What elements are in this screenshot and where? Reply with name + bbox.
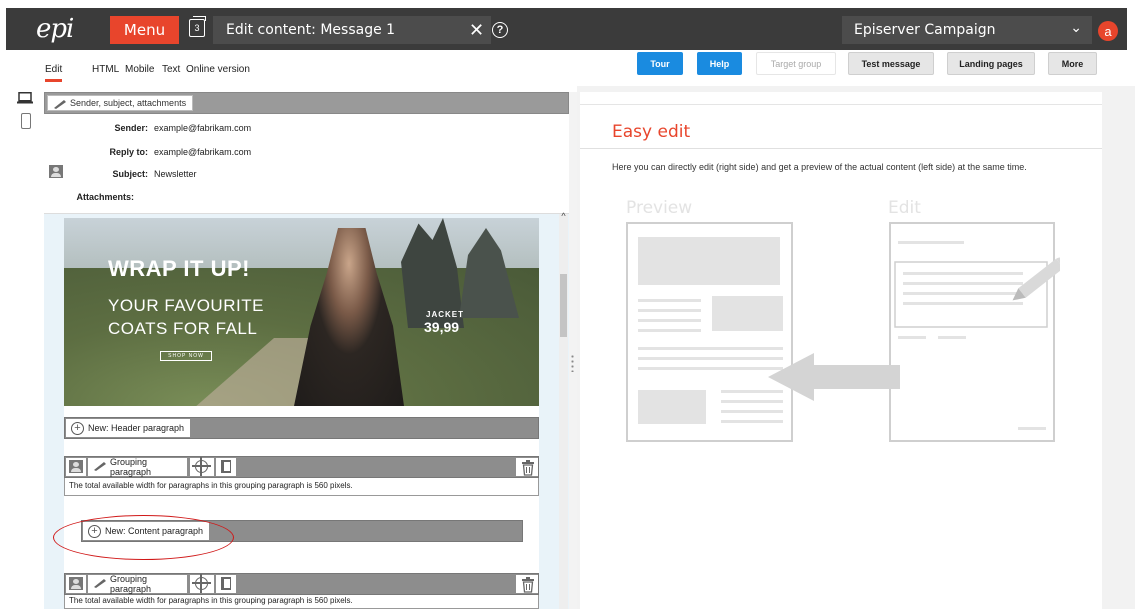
grouping-paragraph-tag[interactable]: Grouping paragraph — [88, 574, 187, 594]
grouping-paragraph-bar[interactable]: Grouping paragraph — [64, 573, 539, 595]
phone-icon[interactable] — [21, 113, 31, 129]
landing-pages-button[interactable]: Landing pages — [947, 52, 1035, 75]
easy-edit-illustration — [626, 222, 1060, 442]
editor-toolbar: Edit HTML Mobile Text Online version Tou… — [0, 50, 1135, 86]
tab-edit[interactable]: Edit — [45, 64, 62, 75]
easy-edit-title: Easy edit — [612, 122, 691, 142]
grouping-paragraph-tag[interactable]: Grouping paragraph — [88, 457, 187, 477]
hero-subtitle-line-2: COATS FOR FALL — [108, 319, 258, 338]
sender-label: Sender: — [114, 123, 148, 133]
delete-button[interactable] — [516, 458, 538, 476]
laptop-icon[interactable] — [17, 92, 33, 104]
grouping-paragraph-label: Grouping paragraph — [110, 457, 152, 477]
sender-section-bar[interactable]: Sender, subject, attachments — [44, 92, 569, 114]
scroll-up-icon[interactable]: ^ — [559, 211, 568, 221]
easy-edit-description: Here you can directly edit (right side) … — [612, 162, 1027, 172]
drag-grip-icon[interactable] — [571, 354, 574, 372]
close-icon[interactable]: ✕ — [469, 16, 484, 44]
campaign-select[interactable]: Episerver Campaign ⌄ — [842, 16, 1092, 44]
user-avatar[interactable]: a — [1098, 21, 1118, 41]
grouping-width-note: The total available width for paragraphs… — [64, 595, 539, 609]
grouping-person-seg[interactable] — [66, 458, 86, 476]
move-handle[interactable] — [190, 574, 214, 593]
hero-title: WRAP IT UP! — [108, 256, 250, 281]
active-tab-indicator — [45, 79, 62, 82]
tab-text[interactable]: Text — [162, 64, 180, 75]
more-button[interactable]: More — [1048, 52, 1097, 75]
pencil-icon — [94, 579, 106, 588]
grouping-paragraph-label: Grouping paragraph — [110, 574, 152, 594]
help-button[interactable]: Help — [697, 52, 742, 75]
menu-button[interactable]: Menu — [110, 16, 179, 44]
reply-to-value[interactable]: example@fabrikam.com — [154, 147, 251, 157]
subject-label: Subject: — [112, 169, 148, 179]
new-header-paragraph-label: New: Header paragraph — [88, 423, 185, 433]
tab-html[interactable]: HTML — [92, 64, 119, 75]
edit-illustration-label: Edit — [888, 198, 921, 218]
windows-count-icon[interactable]: 3 — [189, 16, 206, 37]
subject-value[interactable]: Newsletter — [154, 169, 197, 179]
app-root: epi Menu 3 Edit content: Message 1 ✕ ? E… — [0, 0, 1135, 609]
target-group-button[interactable]: Target group — [756, 52, 836, 75]
new-header-paragraph-bar[interactable]: + New: Header paragraph — [64, 417, 539, 439]
plus-circle-icon: + — [71, 422, 84, 435]
scroll-thumb[interactable] — [560, 274, 567, 337]
easy-edit-pane: Easy edit Here you can directly edit (ri… — [580, 92, 1102, 609]
hero-price: 39,99 — [424, 319, 460, 335]
reply-to-label: Reply to: — [109, 147, 148, 157]
hero-product-label: JACKET — [426, 310, 465, 319]
chevron-down-icon: ⌄ — [1070, 20, 1082, 36]
person-icon — [69, 577, 83, 590]
sender-section-tag[interactable]: Sender, subject, attachments — [47, 95, 194, 111]
pencil-icon — [54, 100, 66, 109]
copy-icon — [221, 577, 231, 590]
crosshair-icon — [192, 574, 211, 593]
divider — [580, 104, 1102, 105]
copy-icon — [221, 460, 231, 473]
grouping-width-note: The total available width for paragraphs… — [64, 478, 539, 496]
hero-image[interactable]: WRAP IT UP! YOUR FAVOURITE COATS FOR FAL… — [64, 218, 539, 406]
move-handle[interactable] — [190, 457, 214, 476]
content-title: Edit content: Message 1 — [213, 16, 491, 44]
campaign-select-label: Episerver Campaign — [854, 22, 996, 38]
highlight-annotation — [53, 515, 234, 560]
top-bar: epi Menu 3 Edit content: Message 1 ✕ ? E… — [0, 0, 1135, 50]
tab-online-version[interactable]: Online version — [186, 64, 250, 75]
sender-value[interactable]: example@fabrikam.com — [154, 123, 251, 133]
grouping-paragraph-bar[interactable]: Grouping paragraph — [64, 456, 539, 478]
preview-scrollbar[interactable]: ^ — [559, 211, 568, 609]
test-message-button[interactable]: Test message — [848, 52, 934, 75]
pencil-icon — [94, 462, 106, 471]
shop-now-button: SHOP NOW — [160, 351, 212, 361]
episerver-logo[interactable]: epi — [36, 14, 74, 44]
preview-illustration-label: Preview — [626, 198, 693, 218]
person-icon — [69, 460, 83, 473]
copy-button[interactable] — [216, 575, 236, 593]
trash-icon — [521, 577, 535, 593]
grouping-person-seg[interactable] — [66, 575, 86, 593]
divider — [580, 148, 1102, 149]
pane-splitter[interactable] — [569, 92, 577, 609]
hero-subtitle-line-1: YOUR FAVOURITE — [108, 296, 264, 315]
top-bar-inner: epi Menu 3 Edit content: Message 1 ✕ ? E… — [6, 8, 1127, 50]
new-header-paragraph-button[interactable]: + New: Header paragraph — [66, 419, 191, 437]
tab-mobile[interactable]: Mobile — [125, 64, 154, 75]
sender-section-label: Sender, subject, attachments — [70, 98, 187, 108]
delete-button[interactable] — [516, 575, 538, 593]
tour-button[interactable]: Tour — [637, 52, 683, 75]
help-icon[interactable]: ? — [492, 22, 508, 38]
trash-icon — [521, 460, 535, 476]
crosshair-icon — [192, 457, 211, 476]
copy-button[interactable] — [216, 458, 236, 476]
attachments-label: Attachments: — [76, 192, 134, 202]
